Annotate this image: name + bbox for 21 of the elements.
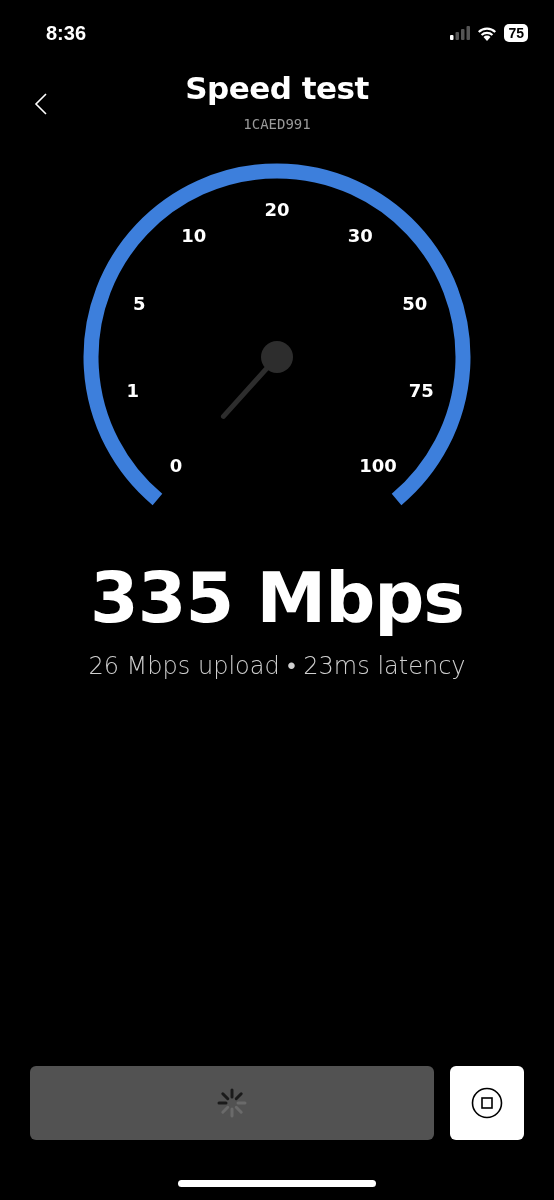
gauge-label: 20 (264, 199, 290, 220)
gauge-label: 50 (402, 292, 428, 314)
needle-icon (220, 341, 293, 419)
gauge-label: 1 (126, 379, 139, 401)
status-time: 8:36 (46, 21, 87, 45)
signal-icon (450, 26, 471, 40)
stop-icon (471, 1087, 503, 1119)
gauge-label: 100 (359, 455, 397, 477)
wifi-icon (477, 25, 498, 41)
gauge-label: 75 (408, 379, 434, 401)
gauge-label: 0 (169, 455, 183, 477)
battery-level: 75 (504, 24, 528, 42)
download-speed: 335 Mbps (89, 558, 465, 638)
test-details: 26 Mbps upload • 23ms latency (87, 652, 467, 680)
gauge-label: 30 (347, 224, 373, 246)
page-title: Speed test (185, 70, 369, 106)
spinner-icon (217, 1088, 247, 1118)
gauge-label: 5 (133, 292, 146, 314)
stop-button[interactable] (450, 1066, 524, 1140)
gauge-label: 10 (181, 224, 207, 246)
device-id: 1CAED991 (243, 116, 311, 132)
